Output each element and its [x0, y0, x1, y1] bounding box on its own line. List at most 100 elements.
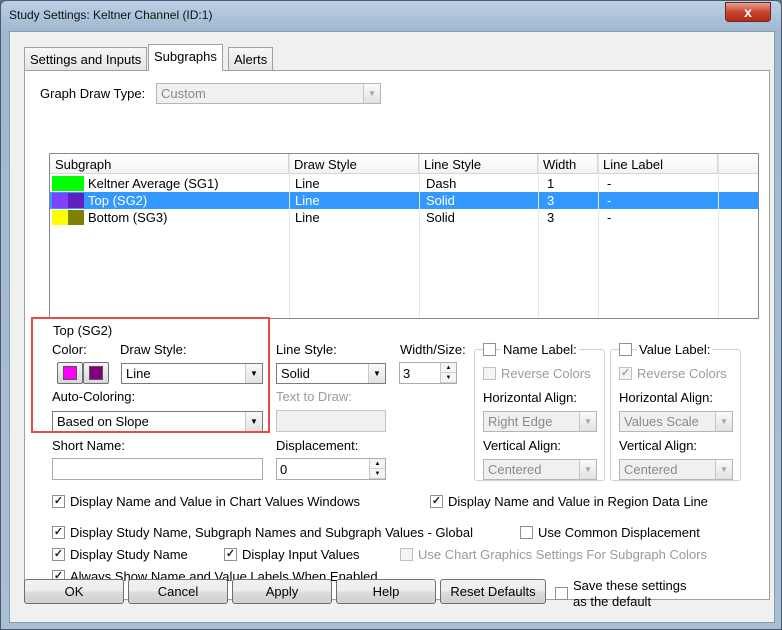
short-name-label: Short Name:	[52, 438, 125, 453]
column-header-filler	[718, 154, 758, 174]
name-v-align-value: Centered	[488, 462, 542, 477]
value-h-align-label: Horizontal Align:	[619, 390, 713, 405]
value-reverse-colors-checkbox: ✓	[619, 367, 632, 380]
short-name-input[interactable]	[52, 458, 263, 480]
displacement-stepper[interactable]: 0 ▲ ▼	[276, 458, 386, 480]
column-divider	[419, 154, 420, 318]
name-h-align-select: Right Edge ▼	[483, 411, 597, 432]
chevron-down-icon[interactable]: ▼	[441, 373, 456, 383]
name-h-align-label: Horizontal Align:	[483, 390, 577, 405]
chevron-down-icon: ▼	[579, 460, 596, 479]
width-size-value: 3	[403, 366, 411, 381]
color-swatch	[52, 210, 68, 225]
displacement-value: 0	[280, 462, 288, 477]
window-title: Study Settings: Keltner Channel (ID:1)	[9, 8, 213, 22]
column-divider	[598, 154, 599, 318]
chart-graphics-checkbox	[400, 548, 413, 561]
common-displacement-label: Use Common Displacement	[538, 525, 700, 540]
column-header-width[interactable]: Width	[538, 154, 598, 174]
column-header-draw-style[interactable]: Draw Style	[289, 154, 419, 174]
apply-button[interactable]: Apply	[232, 579, 332, 604]
highlight-box	[31, 317, 270, 433]
color-swatch	[52, 193, 68, 208]
width-cell: 1	[547, 176, 555, 191]
chevron-up-icon[interactable]: ▲	[441, 363, 456, 373]
name-h-align-value: Right Edge	[488, 414, 553, 429]
dialog-window: Study Settings: Keltner Channel (ID:1) x…	[0, 0, 782, 630]
spin-buttons[interactable]: ▲ ▼	[440, 363, 456, 383]
help-button[interactable]: Help	[336, 579, 436, 604]
tab-subgraphs[interactable]: Subgraphs	[148, 44, 223, 71]
dialog-client: Settings and Inputs Subgraphs Alerts Gra…	[9, 31, 775, 623]
reset-defaults-button[interactable]: Reset Defaults	[440, 579, 546, 604]
column-divider	[718, 154, 719, 318]
display-chart-values-checkbox[interactable]: ✓	[52, 495, 65, 508]
display-study-name-label: Display Study Name	[70, 547, 188, 562]
draw-style-cell: Line	[295, 176, 320, 191]
chevron-down-icon: ▼	[363, 84, 380, 103]
line-label-cell: -	[607, 176, 612, 191]
value-label-title: Value Label:	[637, 342, 713, 357]
line-style-select[interactable]: Solid ▼	[276, 363, 386, 384]
chevron-up-icon[interactable]: ▲	[370, 459, 385, 469]
column-header-line-label[interactable]: Line Label	[598, 154, 718, 174]
chevron-down-icon: ▼	[715, 412, 732, 431]
save-default-label: Save these settings as the default	[573, 578, 687, 609]
text-to-draw-label: Text to Draw:	[276, 389, 352, 404]
value-reverse-colors-label: Reverse Colors	[637, 366, 727, 381]
display-global-checkbox[interactable]: ✓	[52, 526, 65, 539]
draw-style-cell: Line	[295, 193, 320, 208]
name-label-title: Name Label:	[501, 342, 579, 357]
table-row-selected[interactable]: Top (SG2) Line Solid 3 -	[50, 192, 758, 209]
spin-buttons[interactable]: ▲ ▼	[369, 459, 385, 479]
table-row[interactable]: Bottom (SG3) Line Solid 3 -	[50, 209, 758, 226]
text-to-draw-input	[276, 410, 386, 432]
column-header-line-style[interactable]: Line Style	[419, 154, 538, 174]
value-v-align-select: Centered ▼	[619, 459, 733, 480]
subgraphs-panel: Graph Draw Type: Custom ▼ Subgraph Draw …	[24, 70, 770, 600]
display-global-label: Display Study Name, Subgraph Names and S…	[70, 525, 473, 540]
name-reverse-colors-checkbox	[483, 367, 496, 380]
tab-settings-and-inputs[interactable]: Settings and Inputs	[24, 47, 148, 70]
graph-draw-type-select: Custom ▼	[156, 83, 381, 104]
color-swatch	[68, 193, 84, 208]
line-style-label: Line Style:	[276, 342, 337, 357]
width-size-stepper[interactable]: 3 ▲ ▼	[399, 362, 457, 384]
close-button[interactable]: x	[725, 2, 771, 22]
graph-draw-type-label: Graph Draw Type:	[40, 86, 146, 101]
save-default-checkbox[interactable]	[555, 587, 568, 600]
column-divider	[289, 154, 290, 318]
value-v-align-label: Vertical Align:	[619, 438, 698, 453]
ok-button[interactable]: OK	[24, 579, 124, 604]
subgraph-name: Bottom (SG3)	[88, 210, 168, 225]
display-input-values-label: Display Input Values	[242, 547, 360, 562]
tab-alerts[interactable]: Alerts	[228, 47, 274, 70]
chart-graphics-label: Use Chart Graphics Settings For Subgraph…	[418, 547, 708, 562]
table-row[interactable]: Keltner Average (SG1) Line Dash 1 -	[50, 175, 758, 192]
line-style-cell: Dash	[426, 176, 457, 191]
value-label-checkbox[interactable]	[619, 343, 632, 356]
common-displacement-checkbox[interactable]	[520, 526, 533, 539]
display-study-name-checkbox[interactable]: ✓	[52, 548, 65, 561]
chevron-down-icon[interactable]: ▼	[370, 469, 385, 479]
name-v-align-select: Centered ▼	[483, 459, 597, 480]
column-divider	[538, 154, 539, 318]
name-label-checkbox[interactable]	[483, 343, 496, 356]
chevron-down-icon: ▼	[715, 460, 732, 479]
column-header-subgraph[interactable]: Subgraph	[50, 154, 289, 174]
line-label-cell: -	[607, 193, 612, 208]
subgraph-table[interactable]: Subgraph Draw Style Line Style Width Lin…	[49, 153, 759, 319]
color-swatch	[68, 176, 84, 191]
value-h-align-value: Values Scale	[624, 414, 699, 429]
display-chart-values-label: Display Name and Value in Chart Values W…	[70, 494, 360, 509]
graph-draw-type-value: Custom	[161, 86, 206, 101]
display-input-values-checkbox[interactable]: ✓	[224, 548, 237, 561]
width-cell: 3	[547, 210, 555, 225]
cancel-button[interactable]: Cancel	[128, 579, 228, 604]
line-label-cell: -	[607, 210, 612, 225]
name-reverse-colors-label: Reverse Colors	[501, 366, 591, 381]
display-region-data-checkbox[interactable]: ✓	[430, 495, 443, 508]
draw-style-cell: Line	[295, 210, 320, 225]
name-v-align-label: Vertical Align:	[483, 438, 562, 453]
chevron-down-icon: ▼	[368, 364, 385, 383]
